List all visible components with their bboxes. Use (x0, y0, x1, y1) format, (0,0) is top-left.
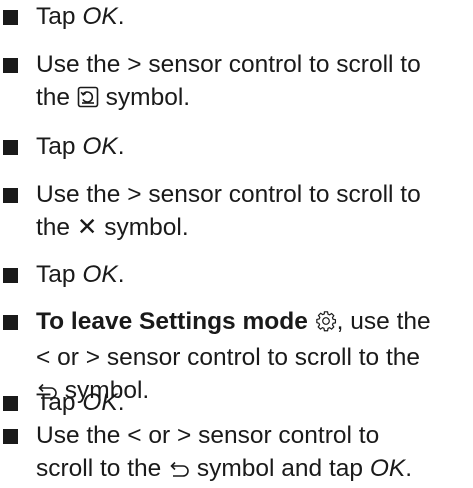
bullet (3, 315, 18, 330)
bullet (3, 10, 18, 25)
step-text: Use the > sensor control to scroll to th… (36, 48, 469, 117)
bullet (3, 140, 18, 155)
step-text: Use the < or > sensor control to scroll … (36, 419, 469, 488)
bullet (3, 396, 18, 411)
back-arrow-icon (168, 455, 190, 488)
step-text: Tap OK. (36, 389, 125, 416)
bullet (3, 429, 18, 444)
gear-icon (315, 308, 337, 341)
step-text: Tap OK. (36, 133, 125, 160)
x-symbol: ✕ (76, 214, 98, 241)
bullet (3, 268, 18, 283)
memory-icon (77, 84, 99, 117)
bullet (3, 188, 18, 203)
step-text: Tap OK. (36, 3, 125, 30)
step-text: Tap OK. (36, 261, 125, 288)
bullet (3, 58, 18, 73)
step-text: Use the > sensor control to scroll to th… (36, 178, 469, 244)
